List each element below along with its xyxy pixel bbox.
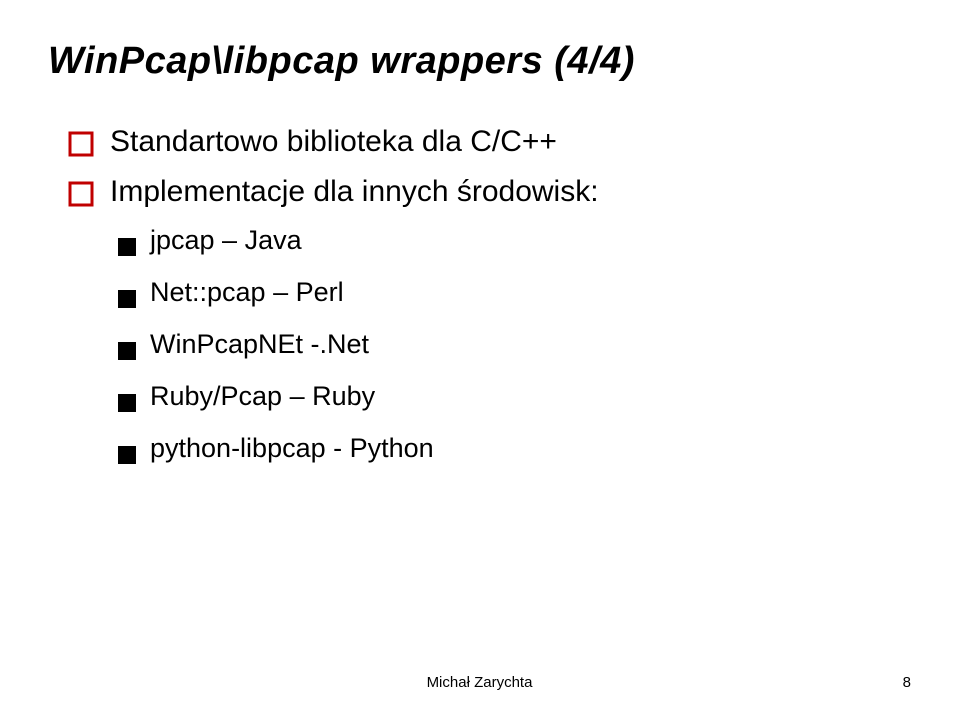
bullet-text: Implementacje dla innych środowisk: [110,175,599,209]
square-filled-icon [118,336,136,367]
sub-bullet-item: python-libpcap - Python [118,433,911,471]
sub-bullet-text: jpcap – Java [150,225,302,256]
sub-bullet-text: python-libpcap - Python [150,433,434,464]
bullet-text: Standartowo biblioteka dla C/C++ [110,125,557,159]
sub-bullet-item: jpcap – Java [118,225,911,263]
slide-title: WinPcap\libpcap wrappers (4/4) [48,40,911,83]
main-bullet-list: Standartowo biblioteka dla C/C++ Impleme… [48,125,911,209]
bullet-item: Standartowo biblioteka dla C/C++ [68,125,911,159]
slide-container: WinPcap\libpcap wrappers (4/4) Standarto… [0,0,959,717]
square-filled-icon [118,232,136,263]
sub-bullet-item: Ruby/Pcap – Ruby [118,381,911,419]
page-number: 8 [903,674,911,691]
square-filled-icon [118,440,136,471]
square-filled-icon [118,284,136,315]
sub-bullet-text: Net::pcap – Perl [150,277,344,308]
square-outline-icon [68,131,94,157]
sub-bullet-text: WinPcapNEt -.Net [150,329,369,360]
sub-bullet-item: WinPcapNEt -.Net [118,329,911,367]
sub-bullet-list: jpcap – Java Net::pcap – Perl WinPcapNEt… [48,225,911,471]
bullet-item: Implementacje dla innych środowisk: [68,175,911,209]
footer-author: Michał Zarychta [0,674,959,691]
sub-bullet-text: Ruby/Pcap – Ruby [150,381,375,412]
sub-bullet-item: Net::pcap – Perl [118,277,911,315]
square-filled-icon [118,388,136,419]
square-outline-icon [68,181,94,207]
